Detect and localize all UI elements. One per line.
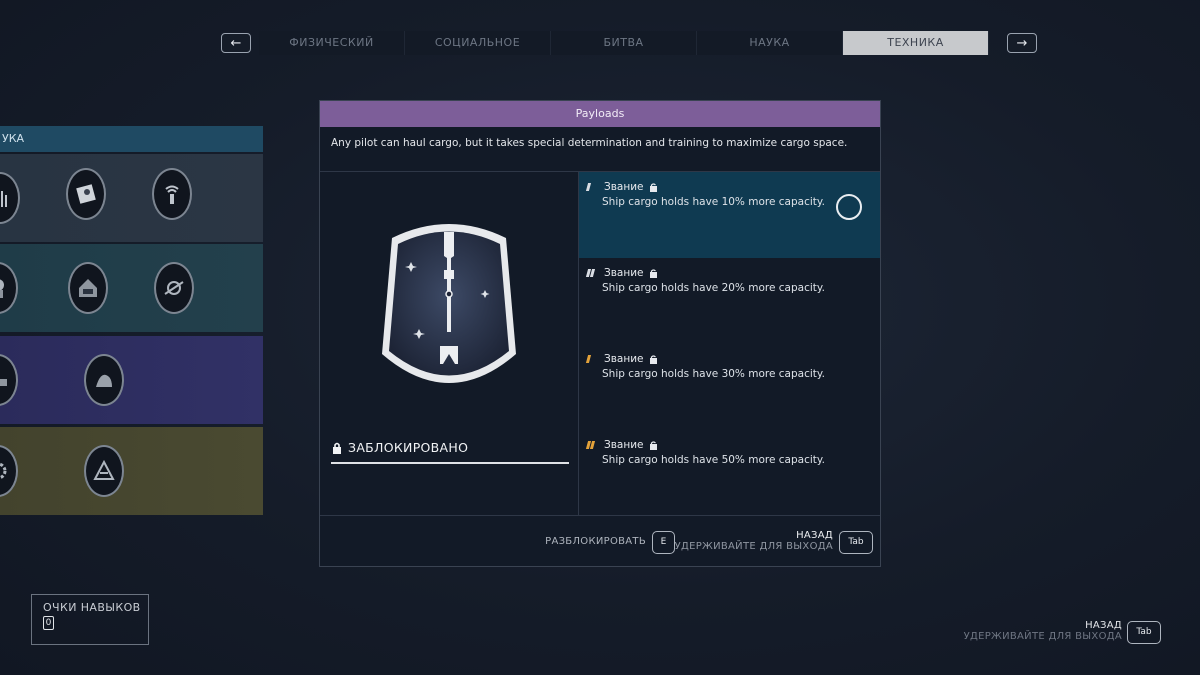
tab-physical[interactable]: ФИЗИЧЕСКИЙ	[259, 31, 405, 55]
progress-line	[331, 462, 569, 464]
creature-icon	[96, 374, 112, 387]
skill-node[interactable]	[68, 262, 108, 314]
lock-status-label: ЗАБЛОКИРОВАНО	[348, 440, 469, 455]
skill-description: Any pilot can haul cargo, but it takes s…	[320, 127, 880, 172]
arrow-left-icon: ←	[230, 36, 242, 51]
category-tabs: ФИЗИЧЕСКИЙ СОЦИАЛЬНОЕ БИТВА НАУКА ТЕХНИК…	[259, 31, 989, 55]
lock-icon	[649, 354, 657, 364]
tree-row-2	[0, 244, 263, 332]
tree-row-1	[0, 154, 263, 242]
skill-node[interactable]	[154, 262, 194, 314]
skill-node[interactable]	[84, 445, 124, 497]
rank-select-indicator[interactable]	[836, 194, 862, 220]
rank-description: Ship cargo holds have 20% more capacity.	[602, 282, 825, 294]
screen-back-label: НАЗАД	[1085, 620, 1122, 631]
tab-science[interactable]: НАУКА	[697, 31, 843, 55]
vehicle-icon	[0, 379, 7, 386]
rank-4-pips	[585, 441, 599, 449]
rocket-badge-icon	[382, 224, 516, 383]
skill-detail-panel: Payloads Any pilot can haul cargo, but i…	[319, 100, 881, 567]
back-hint: НАЗАД УДЕРЖИВАЙТЕ ДЛЯ ВЫХОДА	[675, 530, 833, 552]
lock-status: ЗАБЛОКИРОВАНО	[332, 440, 468, 455]
rank-label: Звание	[604, 439, 644, 451]
signal-icon	[165, 185, 179, 204]
arrow-right-icon: →	[1016, 36, 1028, 51]
next-category-button[interactable]: →	[1007, 33, 1037, 53]
skill-badge-area: ЗАБЛОКИРОВАНО	[320, 172, 579, 515]
rank-label: Звание	[604, 353, 644, 365]
tab-social[interactable]: СОЦИАЛЬНОЕ	[405, 31, 551, 55]
unlock-key: E	[660, 537, 667, 547]
back-key: Tab	[848, 537, 864, 547]
skill-node[interactable]	[84, 354, 124, 406]
tree-header: УКА	[0, 126, 263, 152]
skill-node[interactable]	[0, 445, 18, 497]
rank-4[interactable]: Звание Ship cargo holds have 50% more ca…	[579, 430, 880, 516]
skill-node[interactable]	[0, 262, 18, 314]
tree-row-3	[0, 336, 263, 424]
pyramid-icon	[93, 459, 115, 480]
tab-combat[interactable]: БИТВА	[551, 31, 697, 55]
skill-node[interactable]	[0, 172, 20, 224]
skill-node[interactable]	[152, 168, 192, 220]
skill-points-label: ОЧКИ НАВЫКОВ	[43, 601, 141, 614]
lock-icon	[649, 182, 657, 192]
rank-2-pips	[585, 269, 599, 277]
tab-tech[interactable]: ТЕХНИКА	[843, 31, 989, 55]
screen-back-hold-hint: УДЕРЖИВАЙТЕ ДЛЯ ВЫХОДА	[963, 631, 1122, 642]
lock-icon	[333, 442, 341, 454]
gear-icon	[0, 462, 7, 480]
document-icon	[76, 184, 96, 204]
house-icon	[79, 279, 97, 297]
rank-3-pips	[585, 355, 599, 363]
back-key-button[interactable]: Tab	[839, 531, 873, 554]
rank-label: Звание	[604, 181, 644, 193]
planet-icon	[164, 281, 184, 295]
rank-2[interactable]: Звание Ship cargo holds have 20% more ca…	[579, 258, 880, 344]
unlock-key-button[interactable]: E	[652, 531, 675, 554]
screen-back-hint: НАЗАД УДЕРЖИВАЙТЕ ДЛЯ ВЫХОДА	[964, 620, 1122, 642]
modal-footer: РАЗБЛОКИРОВАТЬ E НАЗАД УДЕРЖИВАЙТЕ ДЛЯ В…	[320, 515, 880, 568]
rank-list: Звание Ship cargo holds have 10% more ca…	[579, 172, 880, 515]
tree-row-4	[0, 427, 263, 515]
screen-back-key-button[interactable]: Tab	[1127, 621, 1161, 644]
skill-node[interactable]	[66, 168, 106, 220]
hand-icon	[1, 191, 7, 207]
back-hold-hint: УДЕРЖИВАЙТЕ ДЛЯ ВЫХОДА	[674, 541, 833, 552]
rank-description: Ship cargo holds have 30% more capacity.	[602, 368, 825, 380]
skill-points-box: ОЧКИ НАВЫКОВ 0	[31, 594, 149, 645]
skill-title: Payloads	[320, 101, 880, 127]
rank-description: Ship cargo holds have 50% more capacity.	[602, 454, 825, 466]
unlock-label: РАЗБЛОКИРОВАТЬ	[545, 536, 646, 547]
lock-icon	[649, 440, 657, 450]
rank-3[interactable]: Звание Ship cargo holds have 30% more ca…	[579, 344, 880, 430]
screen-back-key: Tab	[1136, 627, 1152, 637]
rank-label: Звание	[604, 267, 644, 279]
lock-icon	[649, 268, 657, 278]
astronaut-icon	[0, 279, 4, 298]
rank-1-pips	[585, 183, 599, 191]
rank-1[interactable]: Звание Ship cargo holds have 10% more ca…	[579, 172, 880, 258]
back-label: НАЗАД	[796, 530, 833, 541]
skill-node[interactable]	[0, 354, 18, 406]
prev-category-button[interactable]: ←	[221, 33, 251, 53]
skill-points-value: 0	[43, 616, 54, 630]
